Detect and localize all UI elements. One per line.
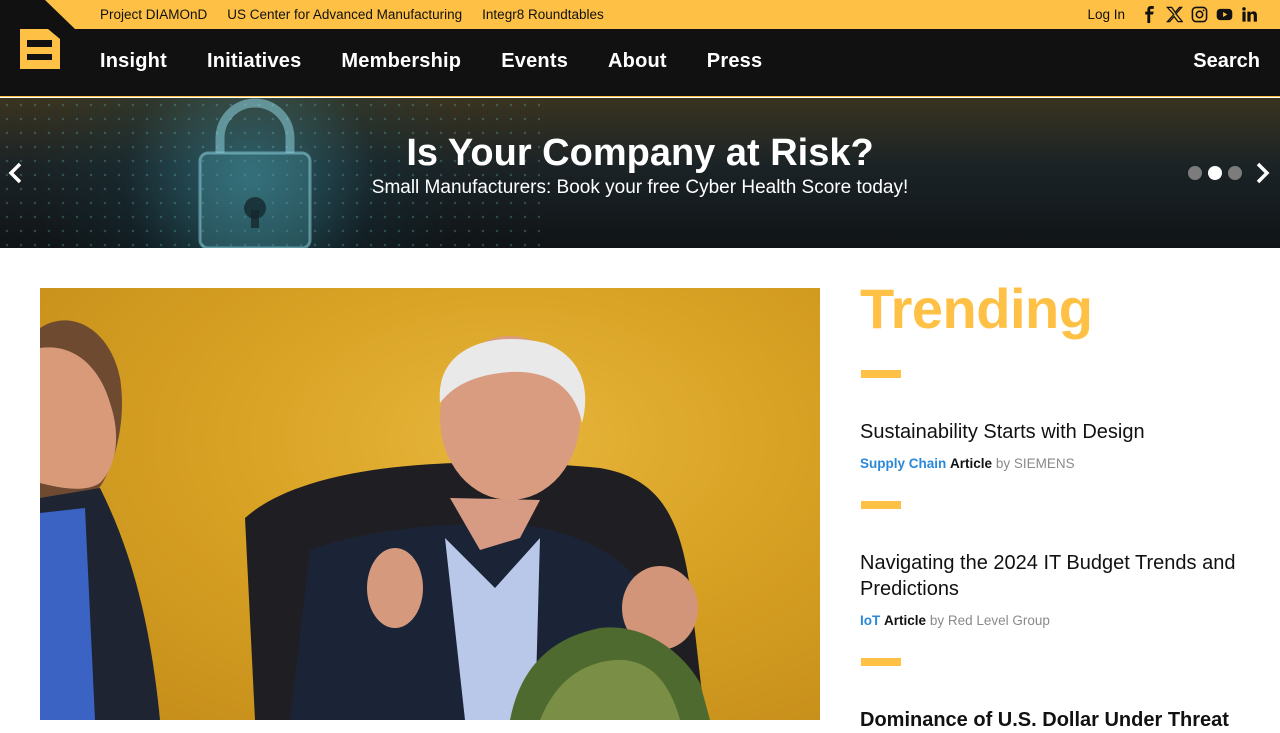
trending-divider: [861, 658, 901, 666]
utility-link-project-diamond[interactable]: Project DIAMOnD: [100, 7, 207, 22]
trending-item-title[interactable]: Dominance of U.S. Dollar Under Threat: [860, 707, 1250, 733]
trending-divider: [861, 370, 901, 378]
trending-item-type: Article: [884, 613, 927, 628]
utility-right: Log In: [1087, 0, 1258, 29]
interview-illustration: [40, 320, 710, 720]
hero-carousel[interactable]: Is Your Company at Risk? Small Manufactu…: [0, 98, 1280, 248]
utility-link-us-center[interactable]: US Center for Advanced Manufacturing: [227, 7, 462, 22]
featured-video-image[interactable]: [40, 288, 820, 720]
main-nav: Insight Initiatives Membership Events Ab…: [0, 29, 1280, 97]
chevron-right-icon[interactable]: [1252, 162, 1272, 184]
trending-item-category[interactable]: Supply Chain: [860, 456, 946, 471]
trending-item-meta: IoT Article by Red Level Group: [860, 613, 1050, 628]
trending-item-author: by Red Level Group: [929, 613, 1050, 628]
chevron-left-icon[interactable]: [6, 162, 26, 184]
trending-item-author: by SIEMENS: [995, 456, 1075, 471]
x-icon[interactable]: [1166, 6, 1183, 23]
nav-item-insight[interactable]: Insight: [100, 50, 167, 73]
utility-link-integr8[interactable]: Integr8 Roundtables: [482, 7, 604, 22]
trending-item-type: Article: [950, 456, 993, 471]
nav-item-about[interactable]: About: [608, 50, 667, 73]
utility-bar: Project DIAMOnD US Center for Advanced M…: [0, 0, 1280, 29]
linkedin-icon[interactable]: [1241, 6, 1258, 23]
carousel-dot-2[interactable]: [1208, 166, 1222, 180]
hero-subtitle[interactable]: Small Manufacturers: Book your free Cybe…: [0, 177, 1280, 199]
search-button[interactable]: Search: [1193, 29, 1260, 93]
carousel-dot-1[interactable]: [1188, 166, 1202, 180]
trending-item-category[interactable]: IoT: [860, 613, 880, 628]
site-logo[interactable]: [20, 29, 60, 69]
trending-item-title[interactable]: Navigating the 2024 IT Budget Trends and…: [860, 550, 1250, 602]
nav-item-membership[interactable]: Membership: [341, 50, 461, 73]
utility-links: Project DIAMOnD US Center for Advanced M…: [100, 0, 604, 29]
trending-divider: [861, 501, 901, 509]
youtube-icon[interactable]: [1216, 6, 1233, 23]
login-link[interactable]: Log In: [1087, 7, 1125, 22]
trending-item-title[interactable]: Sustainability Starts with Design: [860, 419, 1250, 445]
nav-item-initiatives[interactable]: Initiatives: [207, 50, 301, 73]
nav-item-events[interactable]: Events: [501, 50, 568, 73]
hero-title[interactable]: Is Your Company at Risk?: [0, 132, 1280, 175]
trending-heading: Trending: [860, 277, 1093, 340]
facebook-icon[interactable]: [1141, 6, 1158, 23]
instagram-icon[interactable]: [1191, 6, 1208, 23]
trending-item-meta: Supply Chain Article by SIEMENS: [860, 456, 1075, 471]
carousel-dots: [1188, 166, 1242, 180]
nav-item-press[interactable]: Press: [707, 50, 763, 73]
utility-bar-corner: [0, 0, 75, 29]
carousel-dot-3[interactable]: [1228, 166, 1242, 180]
nav-links: Insight Initiatives Membership Events Ab…: [100, 29, 762, 93]
